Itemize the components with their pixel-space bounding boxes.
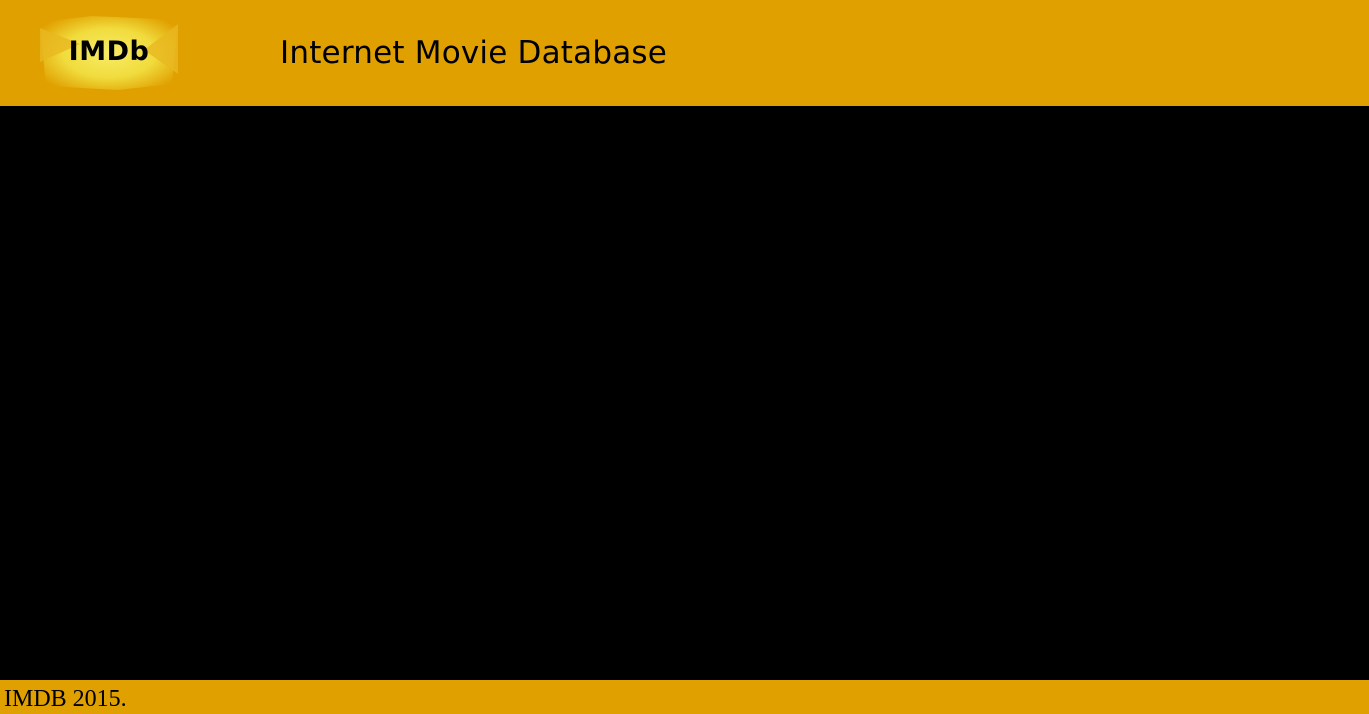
footer-copyright: IMDB 2015. [4, 686, 127, 712]
site-title: Internet Movie Database [280, 35, 668, 71]
imdb-logo[interactable]: IMDb [40, 14, 178, 90]
page: IMDb Internet Movie Database IMDB 2015. [0, 0, 1369, 714]
header: IMDb Internet Movie Database [0, 0, 1369, 106]
logo-text: IMDb [68, 36, 150, 67]
footer: IMDB 2015. [0, 680, 1369, 714]
main-content-area [0, 106, 1369, 680]
